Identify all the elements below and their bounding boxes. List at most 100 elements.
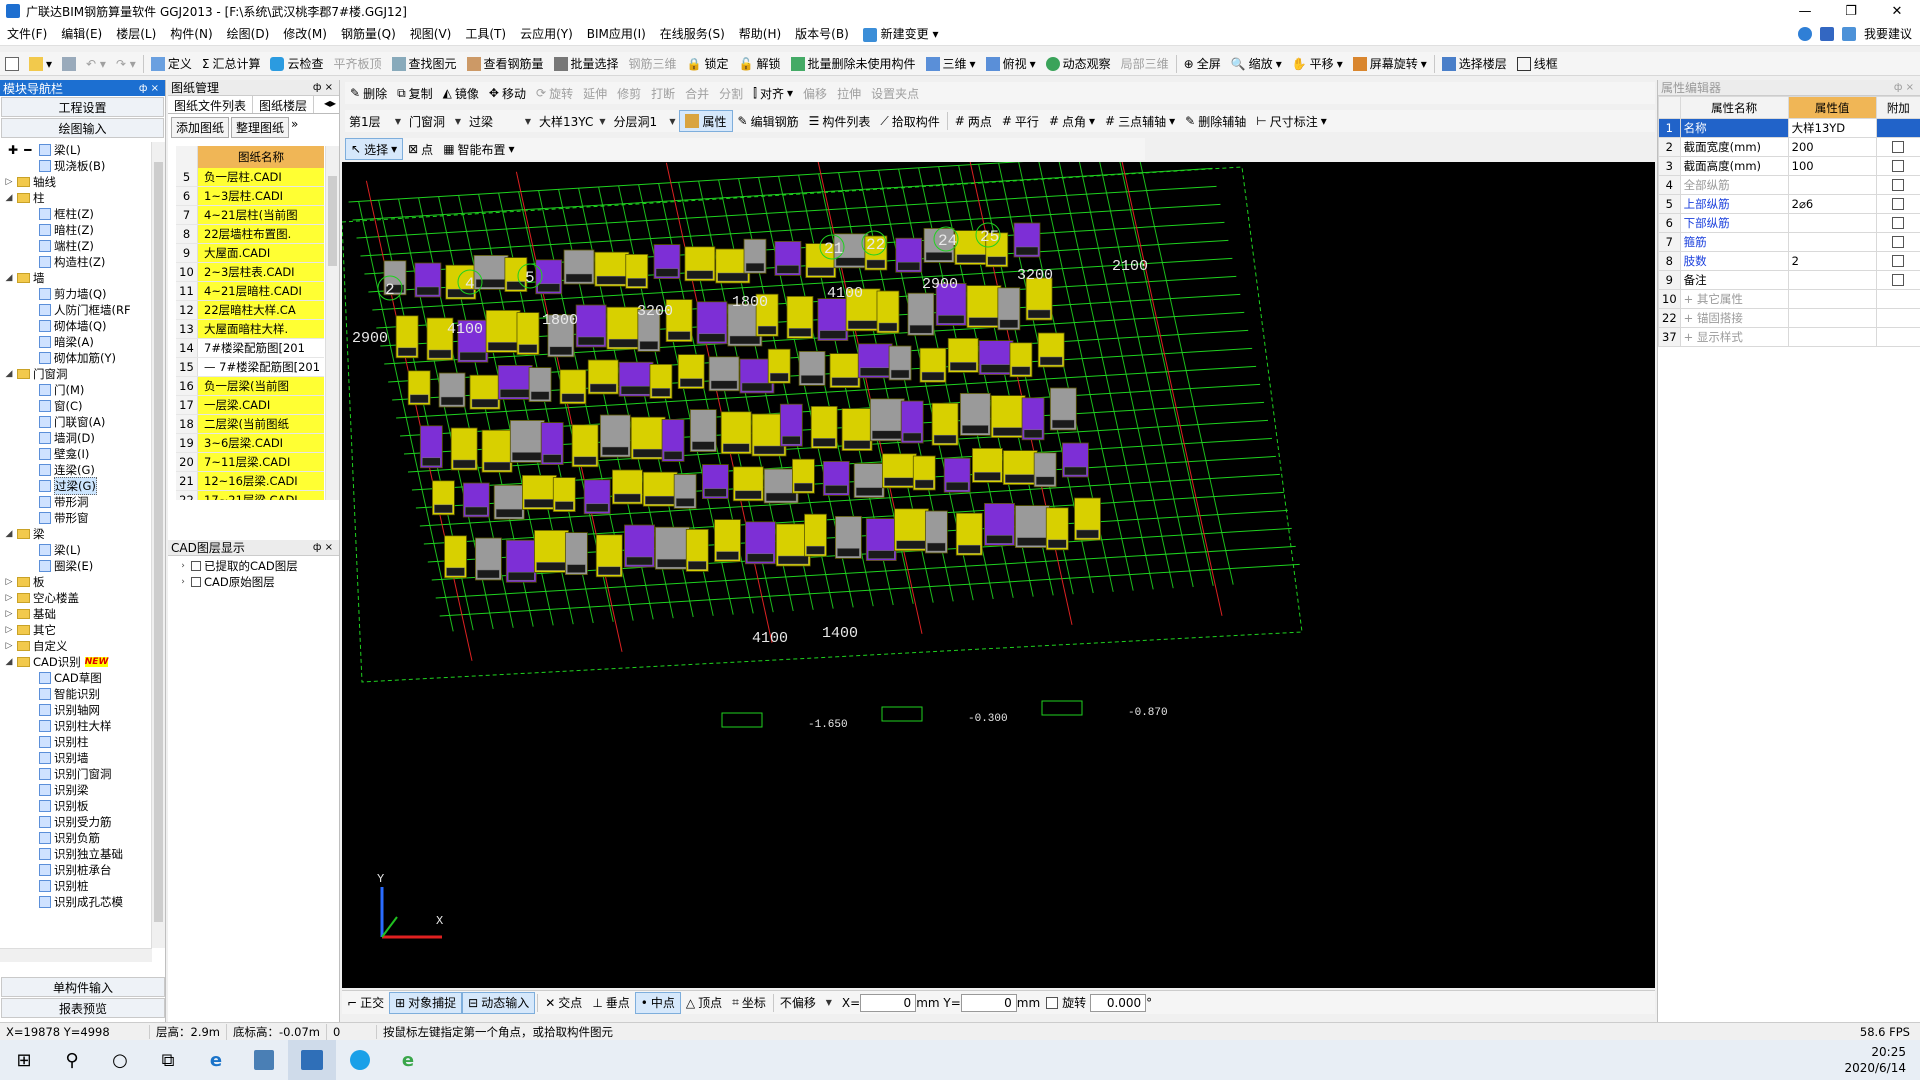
extracted-cad-layer-item[interactable]: › 已提取的CAD图层 xyxy=(178,558,329,574)
tree-item[interactable]: 梁(L) xyxy=(0,142,152,158)
point-button[interactable]: ⊠ 点 xyxy=(403,138,438,160)
edge-button[interactable]: e xyxy=(192,1040,240,1080)
batch-delete-unused-button[interactable]: 批量删除未使用构件 xyxy=(786,53,921,75)
offset-button[interactable]: 偏移 xyxy=(798,82,832,104)
property-row[interactable]: 6 下部纵筋 xyxy=(1658,213,1920,233)
local-3d-button[interactable]: 局部三维 xyxy=(1116,53,1174,75)
tree-item[interactable]: ▷ 自定义 xyxy=(0,638,152,654)
intersection-snap[interactable]: ✕ 交点 xyxy=(540,992,587,1014)
drawing-row[interactable]: 16 负一层梁(当前图 xyxy=(176,377,324,396)
top-view-button[interactable]: 俯视 ▾ xyxy=(981,53,1041,75)
move-button[interactable]: ✥ 移动 xyxy=(484,82,531,104)
menu-tools[interactable]: 工具(T) xyxy=(458,25,513,42)
original-cad-layer-item[interactable]: › CAD原始图层 xyxy=(178,574,329,590)
prop-value[interactable]: 200 xyxy=(1787,137,1877,157)
tab-drawing-floors[interactable]: 图纸楼层 xyxy=(253,96,315,113)
menu-cloud[interactable]: 云应用(Y) xyxy=(513,25,580,42)
parallel-button[interactable]: # 平行 xyxy=(997,110,1044,132)
suggest-icon[interactable] xyxy=(1841,26,1856,41)
align-button[interactable]: ⫿ 对齐 ▾ xyxy=(748,82,798,104)
expand-icon[interactable]: ▷ xyxy=(4,577,14,587)
select-floor-button[interactable]: 选择楼层 xyxy=(1437,53,1512,75)
tree-item[interactable]: 带形窗 xyxy=(0,510,152,526)
menu-bim[interactable]: BIM应用(I) xyxy=(580,25,653,42)
add-drawing-button[interactable]: 添加图纸 xyxy=(171,117,230,138)
drawing-row[interactable]: 10 2~3层柱表.CADI xyxy=(176,263,324,282)
report-preview-button[interactable]: 报表预览 xyxy=(1,998,165,1018)
define-button[interactable]: 定义 xyxy=(146,53,197,75)
menu-file[interactable]: 文件(F) xyxy=(0,25,54,42)
expand-icon[interactable]: ▷ xyxy=(4,593,14,603)
rotate-input[interactable]: 0.000 xyxy=(1090,993,1147,1012)
drawing-input-button[interactable]: 绘图输入 xyxy=(1,118,164,138)
trim-button[interactable]: 修剪 xyxy=(612,82,646,104)
prop-value[interactable]: 100 xyxy=(1787,156,1877,176)
prop-extra-checkbox[interactable] xyxy=(1892,179,1905,191)
single-component-input-button[interactable]: 单构件输入 xyxy=(1,977,165,997)
tree-item[interactable]: 窗(C) xyxy=(0,398,152,414)
pan-button[interactable]: ✋ 平移 ▾ xyxy=(1287,53,1348,75)
dynamic-input-toggle[interactable]: ⊟ 动态输入 xyxy=(462,991,536,1014)
tree-item[interactable]: CAD草图 xyxy=(0,670,152,686)
view-3d-button[interactable]: 三维 ▾ xyxy=(921,53,981,75)
batch-select-button[interactable]: 批量选择 xyxy=(549,53,624,75)
search-button[interactable]: ⚲ xyxy=(48,1040,96,1080)
minimize-button[interactable]: — xyxy=(1782,0,1828,22)
drawing-row[interactable]: 9 大屋面.CADI xyxy=(176,244,324,263)
prop-extra-checkbox[interactable] xyxy=(1892,198,1905,210)
drawing-row[interactable]: 5 负一层柱.CADI xyxy=(176,168,324,187)
drawing-row[interactable]: 6 1~3层柱.CADI xyxy=(176,187,324,206)
midpoint-snap[interactable]: • 中点 xyxy=(634,991,681,1014)
edit-rebar-button[interactable]: ✎ 编辑钢筋 xyxy=(733,110,804,132)
tree-item[interactable]: ▷ 基础 xyxy=(0,606,152,622)
expand-icon[interactable]: ▷ xyxy=(4,609,14,619)
drawing-canvas[interactable]: 2900 4100 1800 3200 1800 4100 2900 3200 2100 21 22… xyxy=(342,162,1655,988)
tree-item[interactable]: 带形洞 xyxy=(0,494,152,510)
tree-item[interactable]: ▷ 其它 xyxy=(0,622,152,638)
save-button[interactable] xyxy=(57,53,81,75)
property-row[interactable]: 22 + 锚固搭接 xyxy=(1658,308,1920,328)
stretch-button[interactable]: 拉伸 xyxy=(832,82,866,104)
tree-item[interactable]: 智能识别 xyxy=(0,686,152,702)
task-view-button[interactable]: ⧉ xyxy=(144,1040,192,1080)
drawing-row[interactable]: 11 4~21层暗柱.CADI xyxy=(176,282,324,301)
menu-view[interactable]: 视图(V) xyxy=(403,25,459,42)
drawing-row[interactable]: 15 — 7#楼梁配筋图[201 xyxy=(176,358,324,377)
taskbar-app-4[interactable]: e xyxy=(384,1040,432,1080)
lock-button[interactable]: 🔒 锁定 xyxy=(682,53,734,75)
cortana-button[interactable]: ○ xyxy=(96,1040,144,1080)
delete-axis-button[interactable]: ✎ 删除辅轴 xyxy=(1180,110,1251,132)
fullscreen-button[interactable]: ⊕ 全屏 xyxy=(1179,53,1226,75)
set-grip-button[interactable]: 设置夹点 xyxy=(866,82,924,104)
drawing-row[interactable]: 14 7#楼梁配筋图[201 xyxy=(176,339,324,358)
prop-value[interactable] xyxy=(1787,308,1877,328)
property-row[interactable]: 8 肢数 2 xyxy=(1658,251,1920,271)
user-icon[interactable] xyxy=(1797,26,1812,41)
rotate-button[interactable]: ⟳ 旋转 xyxy=(531,82,578,104)
tree-item[interactable]: 识别负筋 xyxy=(0,830,152,846)
screen-rotate-button[interactable]: 屏幕旋转 ▾ xyxy=(1348,53,1432,75)
floor-select[interactable]: 第1层 ▼ xyxy=(345,112,405,130)
properties-button[interactable]: 属性 xyxy=(679,110,733,132)
menu-floor[interactable]: 楼层(L) xyxy=(109,25,163,42)
prop-extra-checkbox[interactable] xyxy=(1892,141,1905,153)
prop-value[interactable] xyxy=(1787,175,1877,195)
x-input[interactable]: 0 xyxy=(860,993,917,1012)
menu-new-change[interactable]: 新建变更 ▾ xyxy=(856,25,946,42)
tree-item[interactable]: 识别柱大样 xyxy=(0,718,152,734)
maximize-button[interactable]: ❐ xyxy=(1828,0,1874,22)
redo-button[interactable]: ↷ ▾ xyxy=(111,53,141,75)
unlock-button[interactable]: 🔓 解锁 xyxy=(734,53,786,75)
expand-icon[interactable]: ▷ xyxy=(4,641,14,651)
tree-item[interactable]: 构造柱(Z) xyxy=(0,254,152,270)
menu-online[interactable]: 在线服务(S) xyxy=(653,25,732,42)
tree-item[interactable]: 框柱(Z) xyxy=(0,206,152,222)
expand-icon[interactable]: ▷ xyxy=(4,177,14,187)
summary-calc-button[interactable]: Σ 汇总计算 xyxy=(197,53,266,75)
vertex-snap[interactable]: △ 顶点 xyxy=(681,992,727,1014)
drawing-row[interactable]: 12 22层暗柱大样.CA xyxy=(176,301,324,320)
nav-scroll-thumb[interactable] xyxy=(154,162,163,922)
pick-component-button[interactable]: ⟋ 拾取构件 xyxy=(875,110,944,132)
y-input[interactable]: 0 xyxy=(960,993,1017,1012)
three-point-axis-button[interactable]: # 三点辅轴 ▾ xyxy=(1100,110,1180,132)
